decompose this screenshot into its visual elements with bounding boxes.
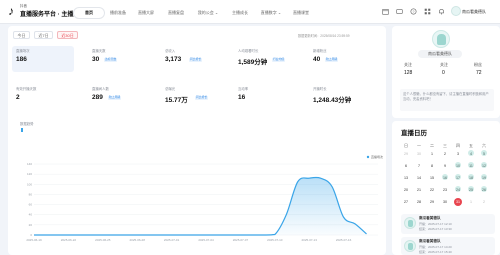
calendar-day[interactable]: 8 bbox=[426, 161, 438, 171]
calendar-day[interactable]: 3 bbox=[452, 149, 464, 159]
svg-text:?: ? bbox=[412, 10, 414, 14]
x-tick-label: 2025-07-04 bbox=[198, 238, 214, 242]
calendar-day[interactable]: 19 bbox=[478, 173, 490, 183]
nav-classroom[interactable]: 直播课堂 bbox=[290, 8, 312, 18]
stat-value: 72 bbox=[476, 70, 482, 76]
brand-title: 直播服务平台 · 主播版 bbox=[20, 12, 80, 18]
y-tick-label: 120 bbox=[27, 172, 32, 176]
calendar-day[interactable]: 10 bbox=[452, 161, 464, 171]
calendar-day[interactable]: 22 bbox=[426, 185, 438, 195]
y-tick-label: 40 bbox=[29, 213, 33, 217]
x-tick-label: 2025-06-28 bbox=[130, 238, 146, 242]
y-tick-label: 80 bbox=[29, 192, 33, 196]
nav-guild[interactable]: 我的公会 ⌄ bbox=[195, 8, 221, 18]
calendar-day[interactable]: 1 bbox=[465, 197, 477, 207]
stat-label: 关注 bbox=[440, 62, 448, 67]
x-tick-label: 2025-07-16 bbox=[336, 238, 352, 242]
calendar-day[interactable]: 27 bbox=[400, 197, 412, 207]
stat-value: 0 bbox=[442, 70, 445, 76]
series-area bbox=[34, 177, 367, 235]
x-tick-label: 2025-07-07 bbox=[233, 238, 249, 242]
profile-card: 南瓜看美德队 关注 关注 粉丝 128 0 72 这个人很懒，什么都没有留下，请… bbox=[392, 26, 500, 118]
main-panel: 今日 近7日 近30日 数据更新时间：2025/08/16 23:59:59 直… bbox=[8, 26, 386, 255]
calendar-day[interactable]: 6 bbox=[400, 161, 412, 171]
x-tick-label: 2025-06-25 bbox=[95, 238, 111, 242]
profile-name[interactable]: 南瓜看美德队 bbox=[418, 50, 462, 58]
username[interactable]: 南瓜看美德队 bbox=[462, 8, 486, 15]
calendar-icon[interactable] bbox=[382, 8, 389, 15]
y-tick-label: 20 bbox=[29, 223, 33, 227]
calendar-day[interactable]: 23 bbox=[439, 185, 451, 195]
x-tick-label: 2025-07-10 bbox=[267, 238, 283, 242]
nav-home[interactable]: 首页 bbox=[74, 8, 104, 18]
calendar-day[interactable]: 4 bbox=[465, 149, 477, 159]
user-avatar[interactable] bbox=[451, 6, 461, 16]
nav-data[interactable]: 直播数字 ⌄ bbox=[258, 8, 284, 18]
calendar-day[interactable]: 2 bbox=[478, 197, 490, 207]
stat-value: 128 bbox=[404, 70, 413, 76]
calendar-day[interactable]: 2 bbox=[439, 149, 451, 159]
stat-label: 关注 bbox=[404, 62, 412, 67]
calendar-day[interactable]: 18 bbox=[465, 173, 477, 183]
nav-review[interactable]: 直播复盘 bbox=[165, 8, 187, 18]
calendar-day[interactable]: 15 bbox=[426, 173, 438, 183]
calendar-day[interactable]: 9 bbox=[439, 161, 451, 171]
nav-growth[interactable]: 主播成长 bbox=[229, 8, 251, 18]
calendar-day[interactable]: 21 bbox=[413, 185, 425, 195]
nav-prep[interactable]: 播前准备 bbox=[107, 8, 129, 18]
chart-legend[interactable]: 直播场次 bbox=[366, 154, 383, 159]
calendar-day[interactable]: 20 bbox=[400, 185, 412, 195]
calendar-day-today[interactable]: 31 bbox=[452, 197, 464, 207]
profile-bio: 这个人很懒，什么都没有留下，请主播在直播时积极和用户互动，完善资料吧！ bbox=[400, 89, 494, 111]
calendar-day[interactable]: 30 bbox=[439, 197, 451, 207]
grid-icon[interactable] bbox=[424, 8, 431, 15]
profile-avatar[interactable] bbox=[432, 30, 450, 48]
calendar-day[interactable]: 30 bbox=[413, 149, 425, 159]
calendar-day[interactable]: 26 bbox=[478, 185, 490, 195]
legend-swatch bbox=[366, 155, 370, 159]
nav-big-screen[interactable]: 直播大屏 bbox=[135, 8, 157, 18]
calendar-day[interactable]: 16 bbox=[439, 173, 451, 183]
calendar-day[interactable]: 11 bbox=[465, 161, 477, 171]
calendar-day[interactable]: 7 bbox=[413, 161, 425, 171]
stat-label: 粉丝 bbox=[474, 62, 482, 67]
x-tick-label: 2025-07-13 bbox=[302, 238, 318, 242]
calendar-day[interactable]: 29 bbox=[426, 197, 438, 207]
douyin-logo-icon[interactable]: ♪ bbox=[8, 5, 18, 18]
help-icon[interactable]: ? bbox=[410, 8, 417, 15]
calendar-day[interactable]: 29 bbox=[400, 149, 412, 159]
live-calendar: 直播日历 日一二三四五六 29 30 1 2 3 4 5 6 7 8 9 10 11 12 13 14 15 16 1… bbox=[392, 121, 500, 255]
y-tick-label: 60 bbox=[29, 203, 33, 207]
calendar-day[interactable]: 28 bbox=[413, 197, 425, 207]
calendar-day[interactable]: 24 bbox=[452, 185, 464, 195]
y-tick-label: 0 bbox=[30, 233, 32, 237]
calendar-day[interactable]: 14 bbox=[413, 173, 425, 183]
legend-label: 直播场次 bbox=[371, 154, 383, 159]
top-bar: ♪ 抖音 直播服务平台 · 主播版 首页 播前准备 直播大屏 直播复盘 我的公会… bbox=[0, 0, 500, 24]
message-icon[interactable] bbox=[396, 8, 403, 15]
trend-chart[interactable]: 020406080100120140 2025-06-19 2025-06-22 2… bbox=[8, 26, 386, 255]
x-tick-label: 2025-06-19 bbox=[26, 238, 42, 242]
calendar-day[interactable]: 17 bbox=[452, 173, 464, 183]
calendar-grid: 日一二三四五六 29 30 1 2 3 4 5 6 7 8 9 10 11 12 13 14 15 16 17 18 19… bbox=[392, 121, 500, 255]
x-tick-label: 2025-07-01 bbox=[164, 238, 180, 242]
x-axis: 2025-06-19 2025-06-22 2025-06-25 2025-06-28… bbox=[26, 238, 351, 242]
calendar-day[interactable]: 13 bbox=[400, 173, 412, 183]
x-tick-label: 2025-06-22 bbox=[61, 238, 77, 242]
calendar-day[interactable]: 25 bbox=[465, 185, 477, 195]
bell-icon[interactable] bbox=[438, 8, 445, 15]
y-tick-label: 100 bbox=[27, 182, 32, 186]
calendar-day[interactable]: 1 bbox=[426, 149, 438, 159]
y-tick-label: 140 bbox=[27, 162, 32, 166]
calendar-day[interactable]: 12 bbox=[478, 161, 490, 171]
calendar-day[interactable]: 5 bbox=[478, 149, 490, 159]
